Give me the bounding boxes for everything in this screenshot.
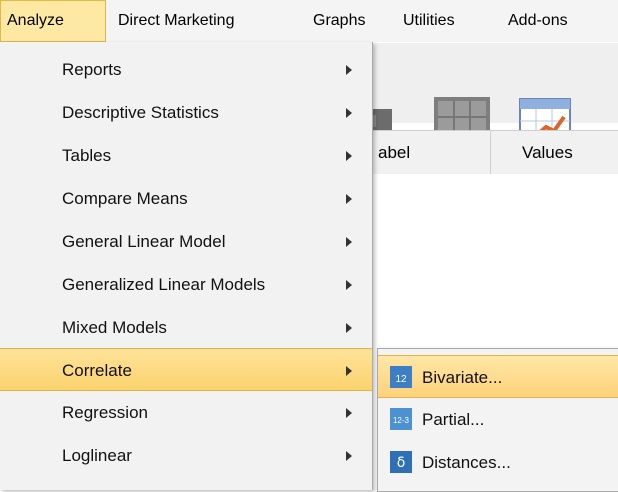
menu-item-label: Correlate bbox=[62, 361, 132, 380]
submenu-item-partial[interactable]: 12-3 Partial... bbox=[378, 398, 618, 441]
menu-utilities[interactable]: Utilities bbox=[403, 0, 455, 42]
column-header-row: abel Values bbox=[358, 130, 618, 176]
menu-item-compare-means[interactable]: Compare Means bbox=[0, 177, 372, 220]
menu-item-mixed-models[interactable]: Mixed Models bbox=[0, 306, 372, 349]
menu-analyze[interactable]: Analyze bbox=[0, 0, 106, 42]
submenu-arrow-icon bbox=[346, 237, 352, 247]
menu-item-tables[interactable]: Tables bbox=[0, 134, 372, 177]
menu-item-general-linear-model[interactable]: General Linear Model bbox=[0, 220, 372, 263]
svg-text:12-3: 12-3 bbox=[393, 416, 410, 425]
submenu-item-bivariate[interactable]: 12 Bivariate... bbox=[378, 355, 618, 398]
submenu-arrow-icon bbox=[346, 108, 352, 118]
menu-item-loglinear[interactable]: Loglinear bbox=[0, 434, 372, 477]
column-header-values[interactable]: Values bbox=[522, 131, 573, 175]
menu-item-label: Reports bbox=[62, 60, 122, 79]
distances-icon: δ bbox=[390, 451, 412, 473]
submenu-arrow-icon bbox=[346, 366, 352, 376]
submenu-arrow-icon bbox=[346, 280, 352, 290]
submenu-item-label: Distances... bbox=[422, 453, 511, 472]
menu-item-descriptive-statistics[interactable]: Descriptive Statistics bbox=[0, 91, 372, 134]
submenu-arrow-icon bbox=[346, 194, 352, 204]
menu-item-label: Loglinear bbox=[62, 446, 132, 465]
svg-text:δ: δ bbox=[397, 455, 406, 471]
menu-item-label: Compare Means bbox=[62, 189, 188, 208]
menu-item-correlate[interactable]: Correlate bbox=[0, 348, 372, 391]
submenu-item-label: Partial... bbox=[422, 410, 485, 429]
bivariate-icon: 12 bbox=[390, 366, 412, 388]
menu-item-label: Generalized Linear Models bbox=[62, 275, 266, 294]
menu-item-label: Tables bbox=[62, 146, 112, 165]
submenu-arrow-icon bbox=[346, 151, 352, 161]
submenu-item-label: Bivariate... bbox=[422, 368, 503, 387]
menu-item-generalized-linear-models[interactable]: Generalized Linear Models bbox=[0, 263, 372, 306]
column-header-label[interactable]: abel bbox=[378, 131, 491, 175]
svg-text:12: 12 bbox=[395, 374, 407, 385]
correlate-submenu: 12 Bivariate... 12-3 Partial... δ Distan… bbox=[377, 348, 618, 492]
menu-add-ons[interactable]: Add-ons bbox=[508, 0, 568, 42]
menu-item-reports[interactable]: Reports bbox=[0, 48, 372, 91]
analyze-menu: Reports Descriptive Statistics Tables Co… bbox=[0, 42, 373, 490]
submenu-arrow-icon bbox=[346, 451, 352, 461]
menu-item-regression[interactable]: Regression bbox=[0, 391, 372, 434]
partial-icon: 12-3 bbox=[390, 408, 412, 430]
submenu-item-distances[interactable]: δ Distances... bbox=[378, 441, 618, 484]
menu-item-label: General Linear Model bbox=[62, 232, 226, 251]
menu-item-label: Regression bbox=[62, 403, 148, 422]
submenu-arrow-icon bbox=[346, 65, 352, 75]
menu-direct-marketing[interactable]: Direct Marketing bbox=[118, 0, 234, 42]
submenu-arrow-icon bbox=[346, 323, 352, 333]
menu-bar: Analyze Direct Marketing Graphs Utilitie… bbox=[0, 0, 618, 43]
submenu-arrow-icon bbox=[346, 408, 352, 418]
menu-item-label: Mixed Models bbox=[62, 318, 167, 337]
menu-graphs[interactable]: Graphs bbox=[313, 0, 365, 42]
menu-item-label: Descriptive Statistics bbox=[62, 103, 219, 122]
toolbar bbox=[358, 43, 618, 151]
